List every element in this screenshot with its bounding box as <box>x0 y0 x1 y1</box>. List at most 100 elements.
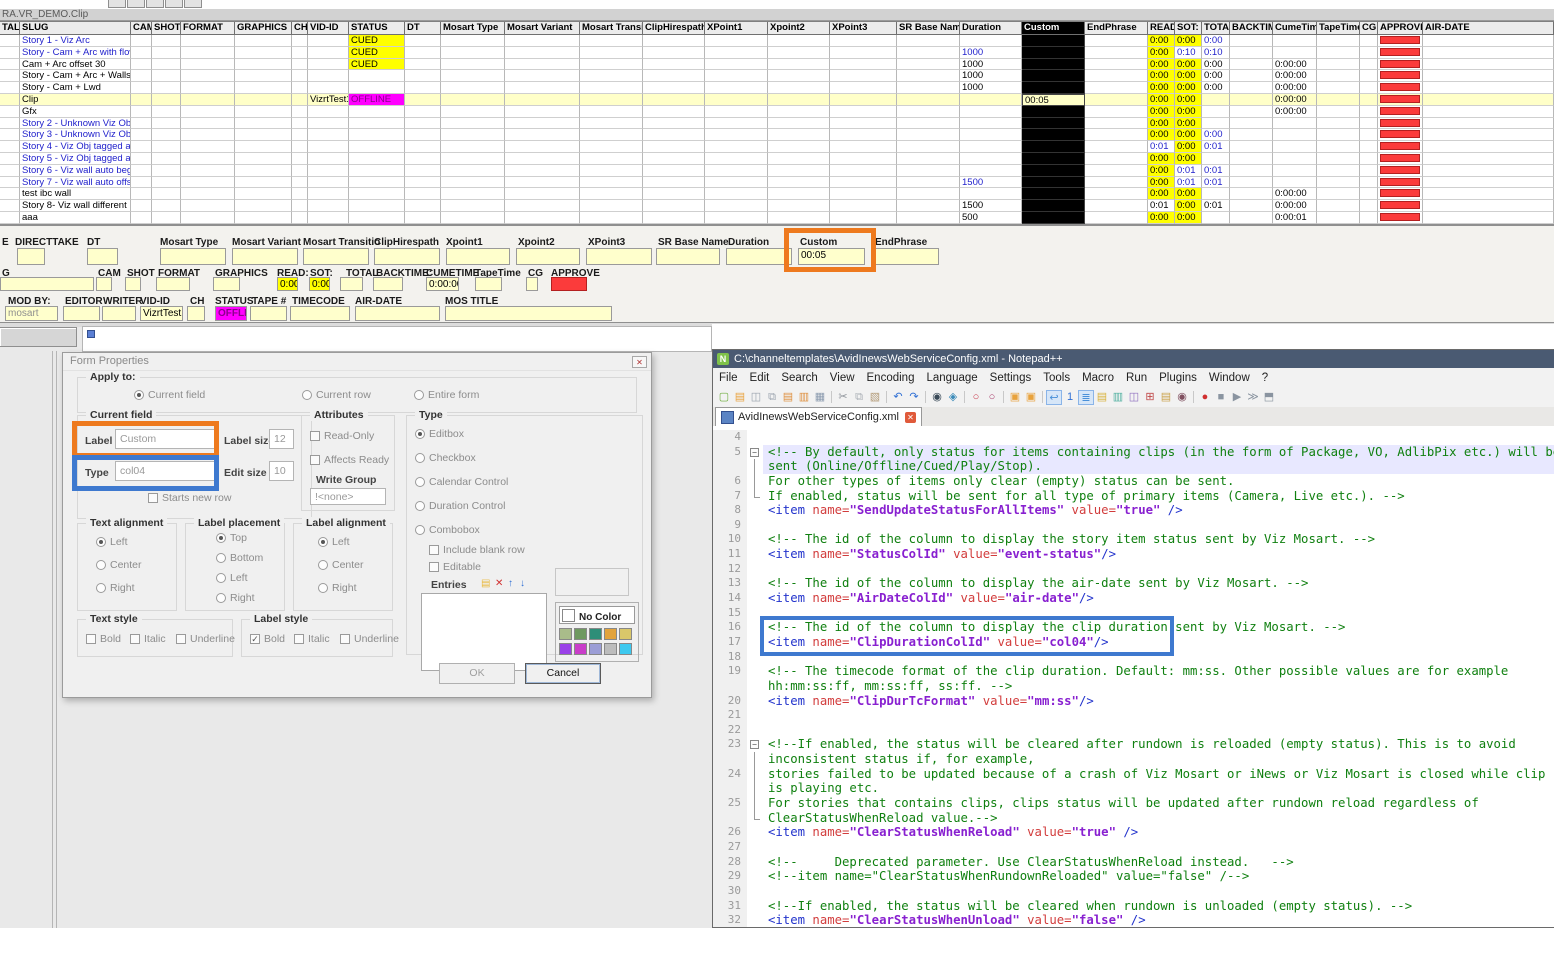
radio-left[interactable]: Left <box>216 572 248 584</box>
cell-dur[interactable]: 1000 <box>960 82 1022 94</box>
cell-x2[interactable] <box>768 118 830 130</box>
cell-ep[interactable] <box>1085 188 1148 200</box>
cell-air[interactable] <box>1423 59 1554 71</box>
cell-bt[interactable] <box>1230 118 1273 130</box>
cell-graphics[interactable] <box>235 82 292 94</box>
checkbox-read-only[interactable]: Read-Only <box>310 430 374 442</box>
cell-mt[interactable] <box>441 70 505 82</box>
cell-mt[interactable] <box>441 94 505 106</box>
cell-x1[interactable] <box>705 153 768 165</box>
cell-dur[interactable]: 1000 <box>960 47 1022 59</box>
cell-x3[interactable] <box>830 70 897 82</box>
cell-appr[interactable] <box>1378 129 1423 141</box>
write-group-input[interactable]: !<none> <box>310 488 386 505</box>
cell-bt[interactable] <box>1230 141 1273 153</box>
cell-bt[interactable] <box>1230 47 1273 59</box>
cell-custom[interactable]: 00:05 <box>1022 94 1085 106</box>
form-field-writer[interactable] <box>102 306 136 321</box>
cell-tota[interactable]: 0:00 <box>1202 129 1230 141</box>
form-field-vid-id[interactable]: VizrtTest1 <box>140 306 183 321</box>
cell-ch[interactable] <box>292 200 308 212</box>
cell-cume[interactable] <box>1273 129 1317 141</box>
cell-mv[interactable] <box>505 200 580 212</box>
palette-swatch[interactable] <box>574 643 587 655</box>
cell-custom[interactable] <box>1022 118 1085 130</box>
cell-x1[interactable] <box>705 141 768 153</box>
cell-shot[interactable] <box>152 106 181 118</box>
cell-appr[interactable] <box>1378 106 1423 118</box>
cell-tape[interactable] <box>1317 35 1360 47</box>
cell-mv[interactable] <box>505 141 580 153</box>
cell-air[interactable] <box>1423 106 1554 118</box>
cell-air[interactable] <box>1423 141 1554 153</box>
checkbox-affects-ready[interactable]: Affects Ready <box>310 454 389 466</box>
toolbar-button[interactable] <box>184 0 202 8</box>
cell-x2[interactable] <box>768 82 830 94</box>
cell-tota[interactable]: 0:01 <box>1202 165 1230 177</box>
cell-ch[interactable] <box>292 129 308 141</box>
cell-ep[interactable] <box>1085 153 1148 165</box>
menu-language[interactable]: Language <box>920 372 983 384</box>
cell-appr[interactable] <box>1378 70 1423 82</box>
cell-mt[interactable] <box>441 165 505 177</box>
column-header-mtr[interactable]: Mosart Transitio <box>580 22 643 35</box>
cell-dur[interactable] <box>960 129 1022 141</box>
word-wrap-icon[interactable]: ↩ <box>1046 390 1062 405</box>
cell-tal[interactable] <box>0 165 20 177</box>
cell-graphics[interactable] <box>235 165 292 177</box>
cell-ch[interactable] <box>292 188 308 200</box>
cell-air[interactable] <box>1423 70 1554 82</box>
cell-graphics[interactable] <box>235 153 292 165</box>
cell-graphics[interactable] <box>235 188 292 200</box>
checkbox-bold[interactable]: ✓Bold <box>250 633 285 645</box>
entries-move-up-icon[interactable]: ↑ <box>508 579 513 589</box>
cell-mtr[interactable] <box>580 212 643 224</box>
cell-x2[interactable] <box>768 153 830 165</box>
radio-current-field[interactable]: Current field <box>134 389 205 401</box>
cell-cg[interactable] <box>1360 82 1378 94</box>
cell-vid[interactable] <box>308 212 349 224</box>
code-text[interactable]: sent (Online/Offline/Cued/Play/Stop). <box>763 459 1554 474</box>
form-field-slug[interactable] <box>0 277 94 291</box>
form-field-cg[interactable] <box>526 277 538 291</box>
cell-status[interactable] <box>349 141 405 153</box>
cell-air[interactable] <box>1423 82 1554 94</box>
cell-status[interactable]: CUED <box>349 59 405 71</box>
cell-x1[interactable] <box>705 70 768 82</box>
cell-appr[interactable] <box>1378 153 1423 165</box>
cell-cg[interactable] <box>1360 94 1378 106</box>
cell-cam[interactable] <box>131 212 152 224</box>
cell-chp[interactable] <box>643 94 705 106</box>
cell-x1[interactable] <box>705 94 768 106</box>
cell-x3[interactable] <box>830 82 897 94</box>
cell-appr[interactable] <box>1378 200 1423 212</box>
cell-tape[interactable] <box>1317 118 1360 130</box>
column-header-cume[interactable]: CumeTime <box>1273 22 1317 35</box>
cell-format[interactable] <box>181 200 235 212</box>
cell-srb[interactable] <box>897 35 960 47</box>
cell-cam[interactable] <box>131 35 152 47</box>
cell-status[interactable] <box>349 106 405 118</box>
code-text[interactable]: <!--If enabled, the status will be clear… <box>763 737 1554 752</box>
cell-mt[interactable] <box>441 141 505 153</box>
radio-center[interactable]: Center <box>318 559 364 571</box>
selection-handle[interactable] <box>87 330 95 338</box>
print-icon[interactable]: ▦ <box>812 390 828 405</box>
cell-read[interactable]: 0:00 <box>1148 165 1175 177</box>
cell-ep[interactable] <box>1085 82 1148 94</box>
cell-x3[interactable] <box>830 141 897 153</box>
cell-dt[interactable] <box>405 106 441 118</box>
form-field-mos-title[interactable] <box>445 306 612 321</box>
cell-tota[interactable] <box>1202 188 1230 200</box>
code-text[interactable]: For other types of items only clear (emp… <box>763 474 1554 489</box>
cell-bt[interactable] <box>1230 106 1273 118</box>
radio-top[interactable]: Top <box>216 532 247 544</box>
code-text[interactable] <box>763 606 1554 621</box>
column-header-vid[interactable]: VID-ID <box>308 22 349 35</box>
cell-shot[interactable] <box>152 47 181 59</box>
cell-srb[interactable] <box>897 118 960 130</box>
form-field-xpoint2[interactable] <box>516 248 580 265</box>
cell-x1[interactable] <box>705 82 768 94</box>
cell-shot[interactable] <box>152 200 181 212</box>
rundown-row[interactable]: Story - Cam + Arc with flowicCUED10000:0… <box>0 47 1554 59</box>
